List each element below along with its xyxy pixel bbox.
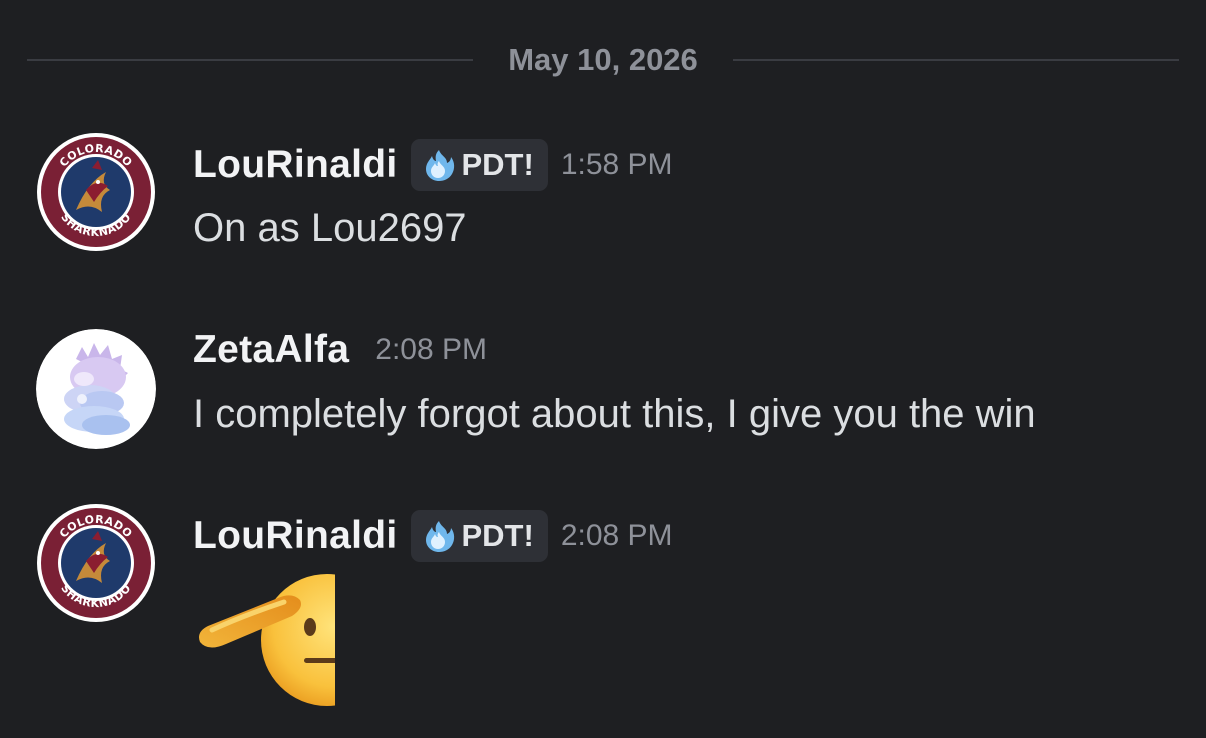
message-timestamp[interactable]: 2:08 PM	[375, 333, 487, 367]
guild-tag[interactable]: PDT!	[411, 510, 548, 562]
message-text: On as Lou2697	[193, 206, 467, 250]
message-timestamp[interactable]: 2:08 PM	[561, 519, 673, 553]
date-divider: May 10, 2026	[0, 36, 1206, 84]
user-avatar-lourinaldi[interactable]: COLORADO SHARKNADO	[36, 503, 156, 623]
username[interactable]: LouRinaldi	[193, 514, 397, 558]
message-header: LouRinaldi PDT! 2:08 PM	[193, 509, 673, 563]
user-avatar-lourinaldi[interactable]: COLORADO SHARKNADO	[36, 132, 156, 252]
blue-flame-icon	[426, 521, 455, 552]
character-avatar-icon	[36, 329, 156, 449]
message-header: ZetaAlfa 2:08 PM	[193, 323, 487, 377]
divider-line-left	[27, 59, 473, 61]
guild-tag-label: PDT!	[461, 147, 534, 182]
sharknado-logo-icon: COLORADO SHARKNADO	[37, 133, 155, 251]
date-divider-label: May 10, 2026	[508, 42, 698, 77]
message-timestamp[interactable]: 1:58 PM	[561, 148, 673, 182]
message-text: I completely forgot about this, I give y…	[193, 392, 1036, 436]
user-avatar-zetaalfa[interactable]	[36, 329, 156, 449]
message-header: LouRinaldi PDT! 1:58 PM	[193, 138, 673, 192]
sharknado-logo-icon: COLORADO SHARKNADO	[37, 504, 155, 622]
blue-flame-icon	[426, 150, 455, 181]
username[interactable]: LouRinaldi	[193, 143, 397, 187]
guild-tag[interactable]: PDT!	[411, 139, 548, 191]
saluting-face-emoji[interactable]	[192, 572, 337, 707]
divider-line-right	[733, 59, 1179, 61]
guild-tag-label: PDT!	[461, 518, 534, 553]
username[interactable]: ZetaAlfa	[193, 328, 349, 372]
